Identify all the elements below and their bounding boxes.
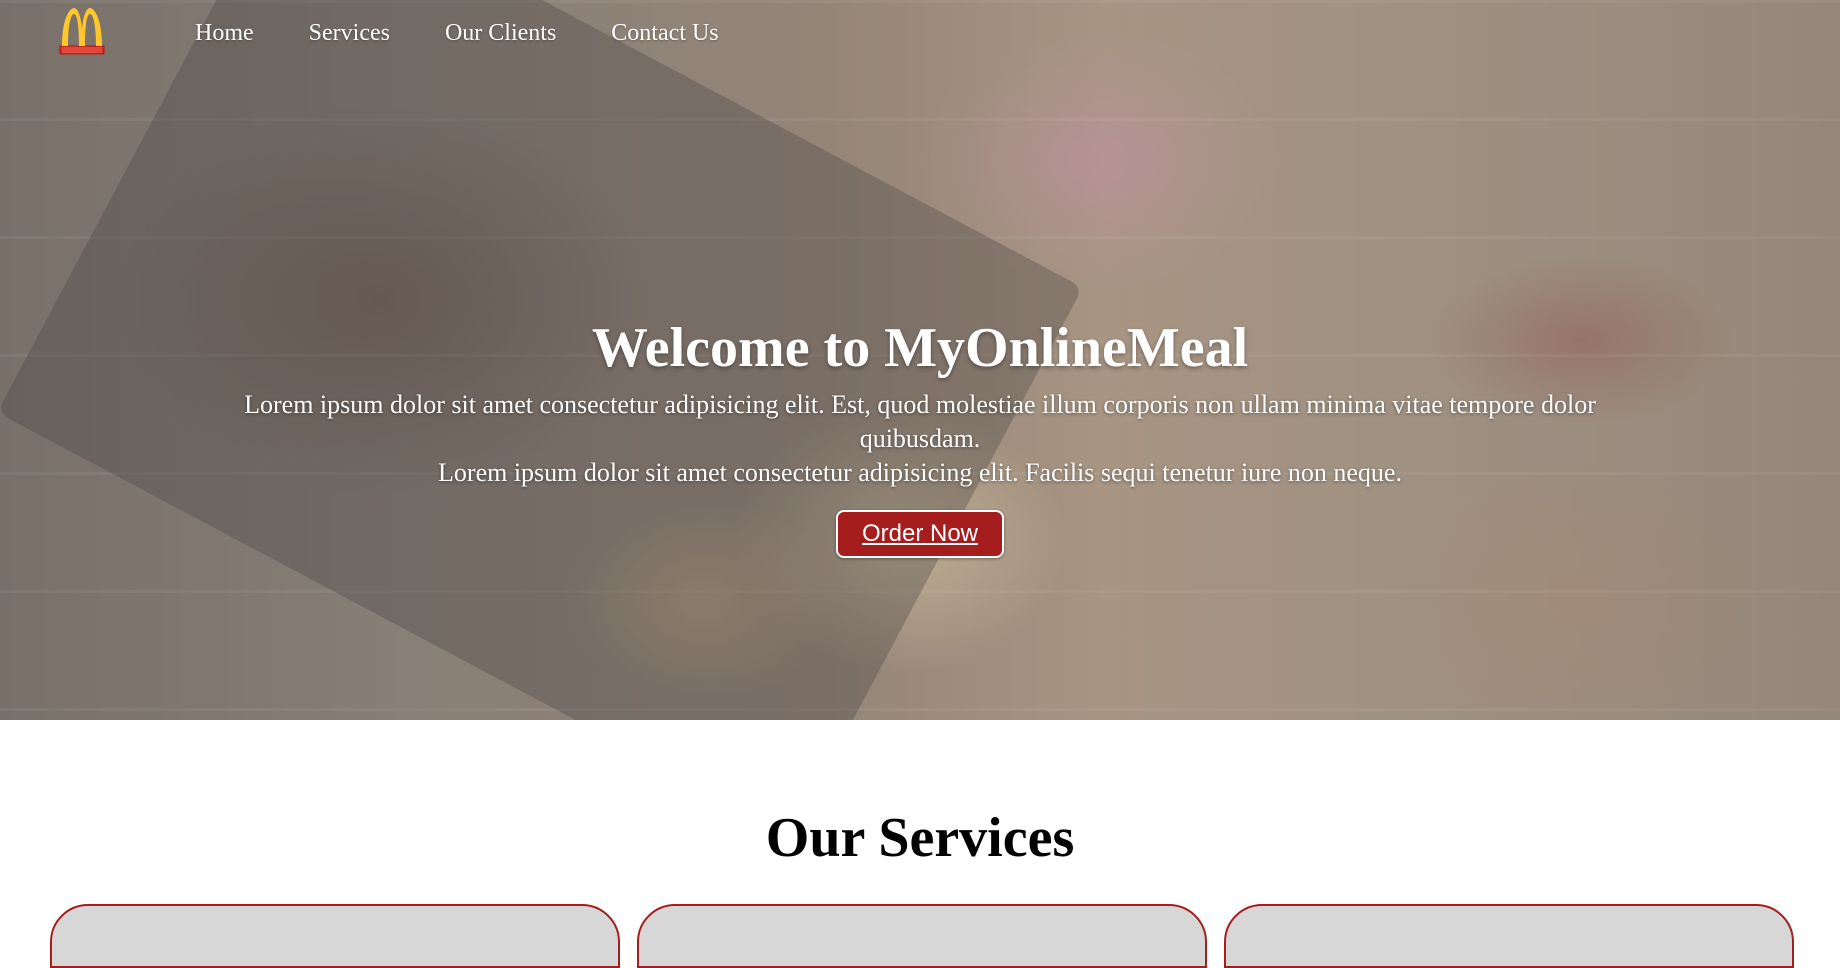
nav-services-link[interactable]: Services <box>309 20 390 47</box>
services-cards <box>50 904 1794 968</box>
service-card[interactable] <box>637 904 1207 968</box>
hero-title: Welcome to MyOnlineMeal <box>591 317 1249 379</box>
nav-contact-us-link[interactable]: Contact Us <box>611 20 718 47</box>
service-card[interactable] <box>50 904 620 968</box>
mcdonalds-logo[interactable] <box>50 2 114 66</box>
hero-description-line2: Lorem ipsum dolor sit amet consectetur a… <box>438 458 1402 487</box>
nav-our-clients-link[interactable]: Our Clients <box>445 20 556 47</box>
main-nav: Home Services Our Clients Contact Us <box>195 20 774 47</box>
nav-home-link[interactable]: Home <box>195 20 254 47</box>
services-title: Our Services <box>765 807 1075 869</box>
hero-description-line1: Lorem ipsum dolor sit amet consectetur a… <box>244 390 1596 453</box>
hero-content: Welcome to MyOnlineMeal Lorem ipsum dolo… <box>0 312 1840 558</box>
hero-description: Lorem ipsum dolor sit amet consectetur a… <box>240 388 1600 490</box>
order-now-button[interactable]: Order Now <box>835 510 1005 558</box>
service-card[interactable] <box>1224 904 1794 968</box>
